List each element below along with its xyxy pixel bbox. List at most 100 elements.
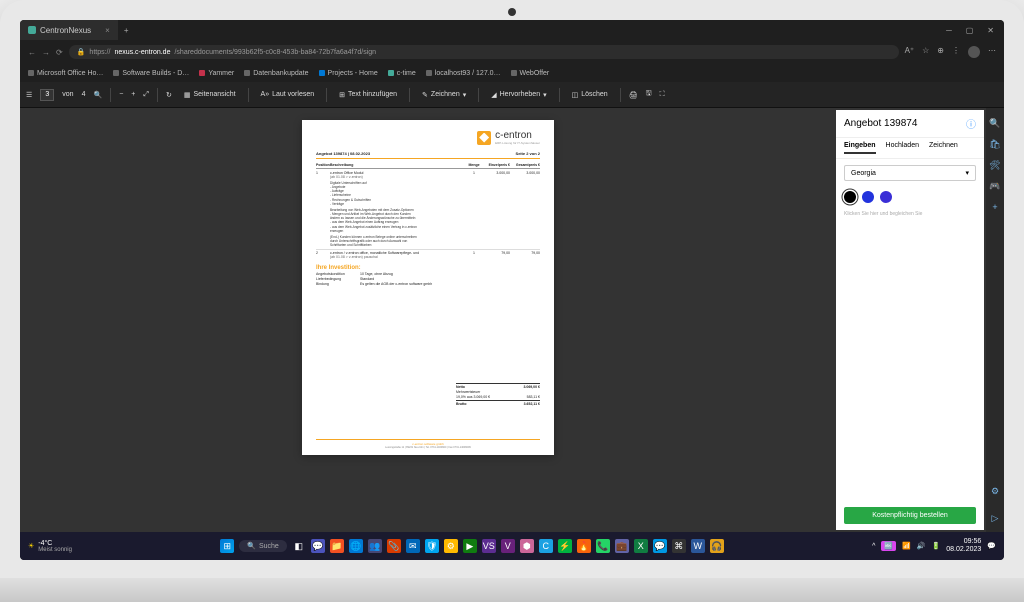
order-button[interactable]: Kostenpflichtig bestellen [844,507,976,524]
fullscreen-icon[interactable]: ⛶ [660,91,665,99]
zoom-reset-icon[interactable]: ⤢ [143,91,149,99]
add-text-button[interactable]: ⊞Text hinzufügen [335,89,401,101]
collections-icon[interactable]: ⊕ [937,46,944,58]
taskbar-app-icon[interactable]: X [634,539,648,553]
maximize-icon[interactable]: ▢ [966,26,974,35]
bookmark-item[interactable]: Microsoft Office Ho… [28,70,103,77]
taskbar-search[interactable]: 🔍Suche [239,540,287,552]
bookmark-item[interactable]: Datenbankupdate [244,70,308,77]
bookmark-item[interactable]: c-time [388,70,416,77]
minimize-icon[interactable]: ─ [946,26,952,35]
collapse-sidebar-icon[interactable]: ▷ [992,513,999,524]
close-window-icon[interactable]: ✕ [987,26,994,35]
erase-button[interactable]: ◫Löschen [568,89,612,101]
weather-icon: ☀ [28,542,34,550]
taskbar-app-icon[interactable]: ⬢ [520,539,534,553]
taskbar-app-icon[interactable]: V [501,539,515,553]
zoom-out-icon[interactable]: − [119,91,123,98]
color-swatch-blue[interactable] [862,191,874,203]
new-tab-button[interactable]: + [118,26,135,35]
taskbar-clock[interactable]: 09:56 08.02.2023 [946,538,981,553]
laptop-base [0,578,1024,602]
tray-lang-icon[interactable]: 🔤 [881,541,896,551]
forward-icon[interactable]: → [42,48,50,57]
taskbar-app-icon[interactable]: ⌘ [672,539,686,553]
sidebar-toggle-icon[interactable]: ☰ [26,91,32,99]
favorites-icon[interactable]: ☆ [922,46,929,58]
search-sidebar-icon[interactable]: 🔍 [989,118,1000,129]
taskbar-app-icon[interactable]: ⚡ [558,539,572,553]
tab-eingeben[interactable]: Eingeben [844,142,876,154]
taskbar-app-icon[interactable]: 📎 [387,539,401,553]
taskbar-app-icon[interactable]: 🎧 [710,539,724,553]
tools-icon[interactable]: 🛠 [989,160,1000,171]
extensions-icon[interactable]: ⋮ [952,46,960,58]
bookmark-item[interactable]: Projects - Home [319,70,378,77]
save-icon[interactable]: 🖫 [646,89,652,100]
page-number-input[interactable] [40,89,54,101]
taskbar-app-icon[interactable]: 📞 [596,539,610,553]
tray-wifi-icon[interactable]: 📶 [902,542,911,550]
highlight-button[interactable]: ◢Hervorheben▾ [487,89,550,101]
taskbar-app-icon[interactable]: ▶ [463,539,477,553]
rotate-icon[interactable]: ↻ [166,91,172,99]
taskbar-app-icon[interactable]: 💬 [311,539,325,553]
add-sidebar-icon[interactable]: + [992,202,997,212]
color-swatch-indigo[interactable] [880,191,892,203]
taskbar-app-icon[interactable]: W [691,539,705,553]
url-path: /shareddocuments/993b62f5-c0c8-453b-ba84… [174,49,376,56]
bookmark-item[interactable]: Software Builds - D… [113,70,189,77]
help-icon[interactable]: ⓘ [966,116,976,131]
pdf-viewport[interactable]: c-entron ERP-Lösung für IT-Systemhäuser … [20,108,836,532]
notifications-icon[interactable]: 💬 [987,542,996,550]
tray-battery-icon[interactable]: 🔋 [932,542,941,550]
start-button[interactable]: ⊞ [220,539,234,553]
address-bar[interactable]: 🔒 https:// nexus.c-entron.de /shareddocu… [69,45,899,59]
taskbar-app-icon[interactable]: ✉ [406,539,420,553]
tab-close-icon[interactable]: × [105,26,110,35]
taskbar-app-icon[interactable]: VS [482,539,496,553]
tray-chevron-icon[interactable]: ^ [872,543,875,550]
taskbar-app-icon[interactable]: 🛡 [425,539,439,553]
weather-widget[interactable]: ☀ -4°C Meist sonnig [28,540,72,553]
tab-hochladen[interactable]: Hochladen [886,142,919,154]
shopping-icon[interactable]: 🛍 [989,139,1000,150]
company-logo-icon [477,131,491,145]
reload-icon[interactable]: ⟳ [56,48,63,57]
profile-icon[interactable] [968,46,980,58]
taskbar-app-icon[interactable]: 🌐 [349,539,363,553]
tab-zeichnen[interactable]: Zeichnen [929,142,958,154]
weather-desc: Meist sonnig [38,547,72,553]
taskbar-app-icon[interactable]: 💬 [653,539,667,553]
games-icon[interactable]: 🎮 [989,181,1000,192]
bookmarks-bar: Microsoft Office Ho… Software Builds - D… [20,64,1004,82]
tray-volume-icon[interactable]: 🔊 [917,542,926,550]
find-icon[interactable]: 🔍 [93,91,102,99]
read-aloud-button[interactable]: A»Laut vorlesen [257,89,319,100]
menu-icon[interactable]: ⋯ [988,46,996,58]
signature-panel-title: Angebot 139874 [844,118,917,129]
draw-button[interactable]: ✎Zeichnen▾ [418,89,470,101]
taskbar-app-icon[interactable]: 📁 [330,539,344,553]
bookmark-item[interactable]: localhost93 / 127.0… [426,70,501,77]
settings-icon[interactable]: ⚙ [991,486,999,497]
browser-tab[interactable]: CentronNexus × [20,20,118,40]
taskbar-app-icon[interactable]: C [539,539,553,553]
back-icon[interactable]: ← [28,48,36,57]
taskbar-app-icon[interactable]: ⚙ [444,539,458,553]
taskbar-app-icon[interactable]: 💼 [615,539,629,553]
page-view-button[interactable]: ▦Seitenansicht [180,89,240,101]
color-swatch-black[interactable] [844,191,856,203]
zoom-in-icon[interactable]: + [131,91,135,98]
read-aloud-icon[interactable]: A⁺ [905,46,915,58]
font-select[interactable]: Georgia ▾ [844,165,976,181]
chevron-down-icon[interactable]: ▾ [463,91,467,99]
print-icon[interactable]: 🖨 [629,91,638,99]
bookmark-item[interactable]: Yammer [199,70,234,77]
signature-input-area[interactable]: Klicken Sie hier und begleichen Sie [844,211,976,497]
task-view-icon[interactable]: ◧ [292,539,306,553]
chevron-down-icon[interactable]: ▾ [543,91,547,99]
taskbar-app-icon[interactable]: 🔥 [577,539,591,553]
taskbar-app-icon[interactable]: 👥 [368,539,382,553]
bookmark-item[interactable]: WebOffer [511,70,550,77]
